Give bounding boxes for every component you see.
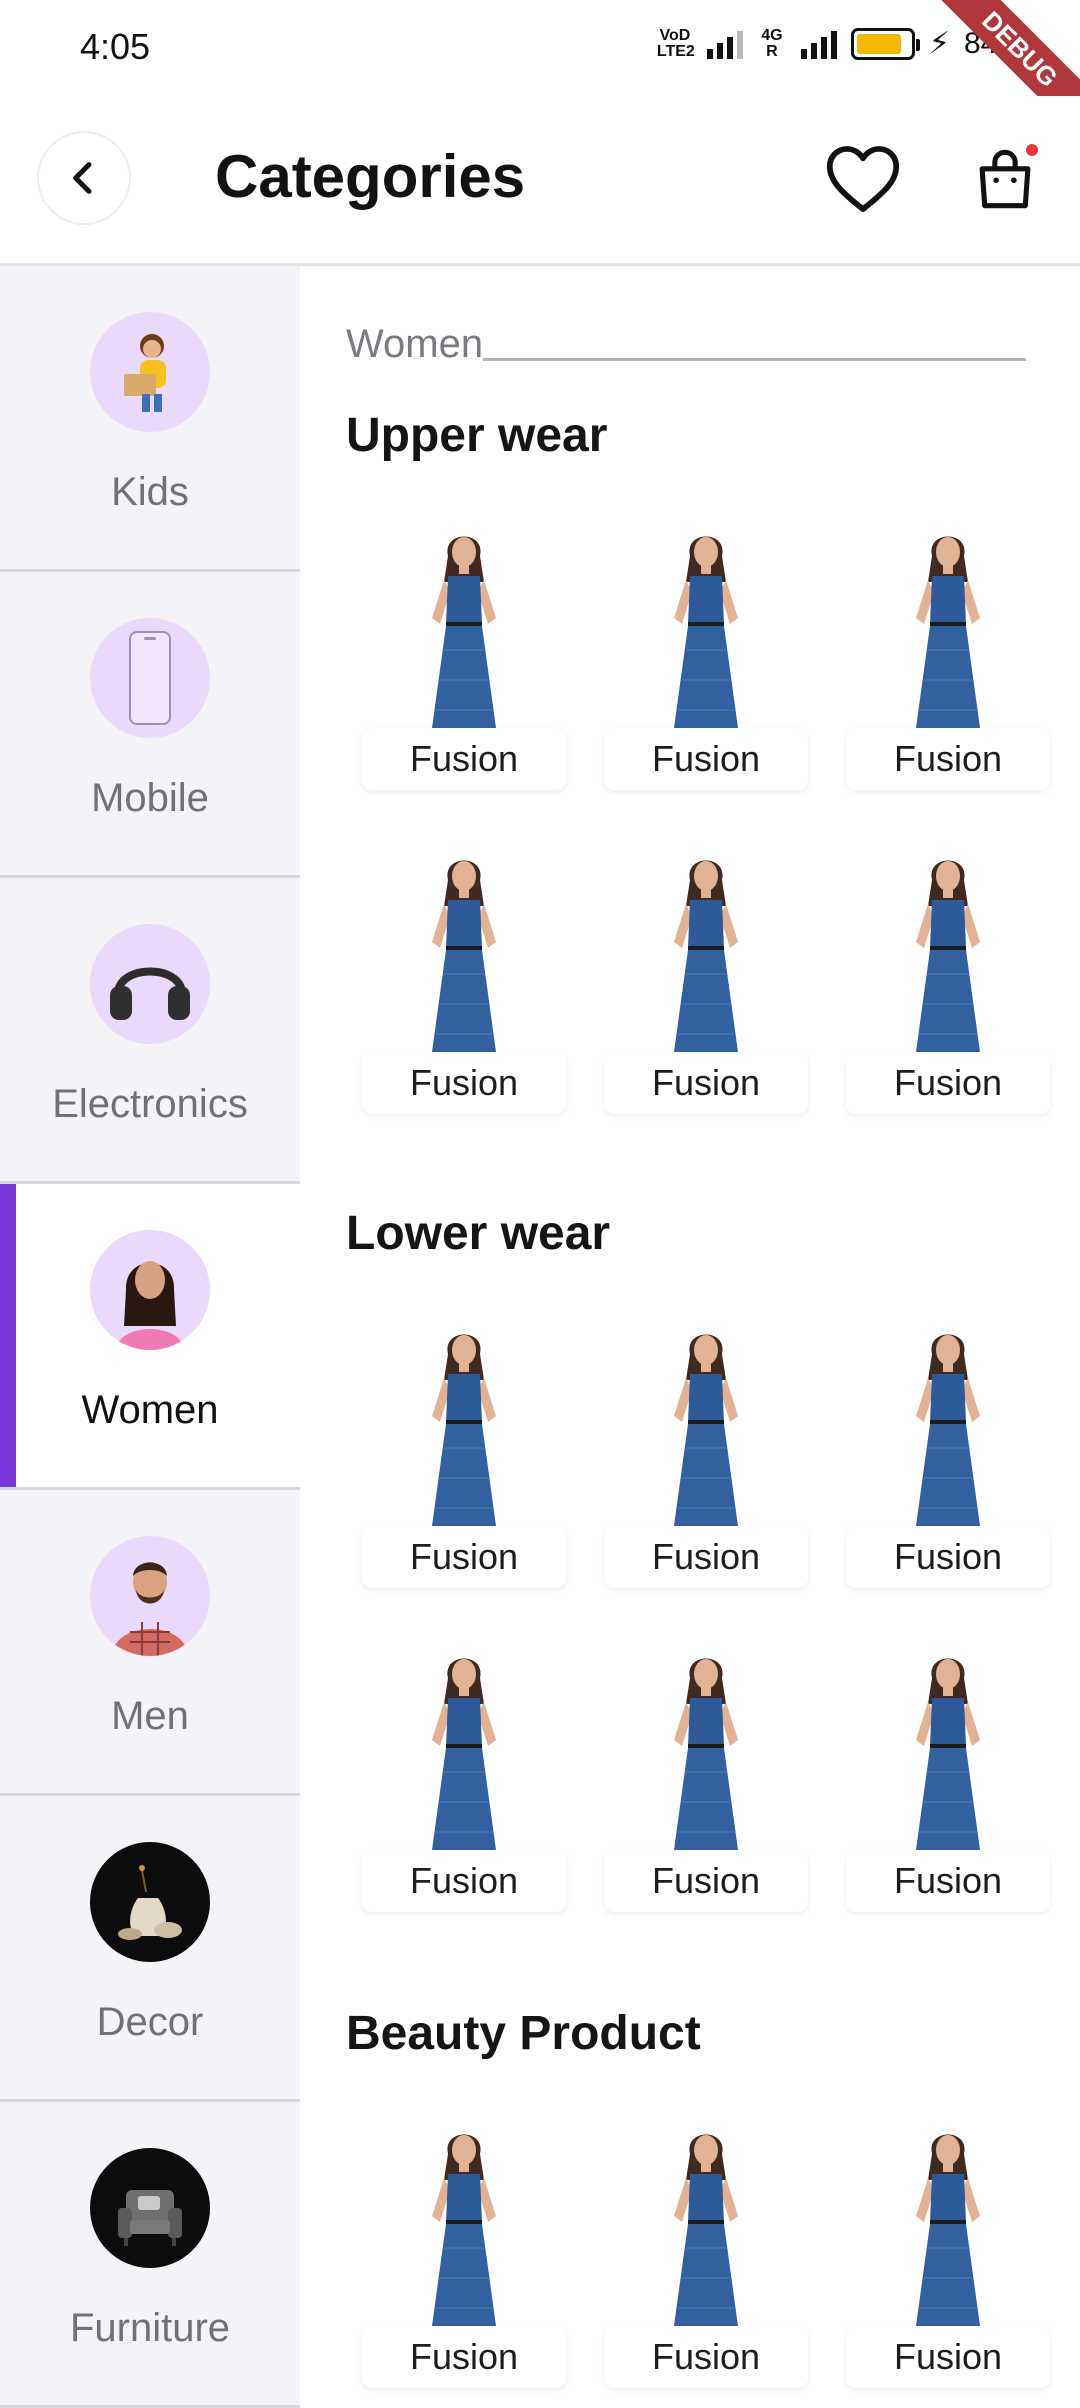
sidebar-item-label: Women (81, 1388, 219, 1432)
section-divider (483, 358, 1026, 361)
product-label: Fusion (362, 1850, 566, 1912)
product-label: Fusion (604, 1526, 808, 1588)
section-header: Women (346, 322, 1026, 367)
product-card[interactable]: Fusion (604, 520, 808, 790)
product-image (432, 860, 496, 1052)
sidebar-item-kids[interactable]: Kids (0, 266, 300, 572)
status-bar: 4:05 VoD LTE2 4G R ⚡ 84% DEBUG (0, 0, 1080, 156)
signal-icon-2 (800, 29, 837, 59)
product-image (432, 1658, 496, 1850)
product-card[interactable]: Fusion (846, 1318, 1050, 1588)
product-card[interactable]: Fusion (846, 520, 1050, 790)
sidebar-item-furniture[interactable]: Furniture (0, 2102, 300, 2408)
product-label: Fusion (362, 1526, 566, 1588)
sidebar-item-label: Electronics (52, 1082, 248, 1126)
product-label: Fusion (604, 2326, 808, 2388)
signal-icon (706, 29, 743, 59)
product-image (432, 2134, 496, 2326)
product-image (674, 536, 738, 728)
product-label: Fusion (846, 1526, 1050, 1588)
group-title-upper-wear: Upper wear (346, 409, 608, 462)
shopping-bag-icon (979, 149, 1031, 209)
volte-indicator: VoD LTE2 (656, 26, 695, 60)
product-image (674, 2134, 738, 2326)
sidebar-item-women[interactable]: Women (0, 1184, 300, 1490)
battery-icon (850, 27, 920, 60)
product-image (432, 536, 496, 728)
vase-icon (90, 1842, 210, 1962)
women-avatar (90, 1230, 210, 1350)
kids-avatar (90, 312, 210, 432)
app-bar: Categories (0, 96, 1080, 266)
men-avatar (90, 1536, 210, 1656)
sidebar-item-label: Kids (111, 470, 189, 514)
page-title: Categories (215, 143, 526, 210)
product-image (674, 1334, 738, 1526)
product-card[interactable]: Fusion (846, 1642, 1050, 1912)
sidebar-item-label: Mobile (91, 776, 209, 820)
product-label: Fusion (846, 1052, 1050, 1114)
product-image (916, 2134, 980, 2326)
headphones-icon (90, 924, 210, 1044)
cart-badge-dot (1026, 144, 1038, 156)
product-card[interactable]: Fusion (362, 844, 566, 1114)
back-button[interactable] (37, 131, 131, 225)
sidebar-item-mobile[interactable]: Mobile (0, 572, 300, 878)
group-title-lower-wear: Lower wear (346, 1207, 611, 1260)
product-image (432, 1334, 496, 1526)
sidebar-item-label: Men (111, 1694, 189, 1738)
product-image (916, 1658, 980, 1850)
mobile-phone-icon (90, 618, 210, 738)
product-card[interactable]: Fusion (362, 1642, 566, 1912)
product-card[interactable]: Fusion (362, 1318, 566, 1588)
product-card[interactable]: Fusion (604, 1318, 808, 1588)
product-card[interactable]: Fusion (604, 1642, 808, 1912)
product-label: Fusion (362, 728, 566, 790)
product-label: Fusion (846, 1850, 1050, 1912)
cart-button[interactable] (962, 136, 1048, 222)
category-content: Women Upper wear Fusion Fusion Fusion Fu… (300, 266, 1080, 2408)
sidebar-item-label: Furniture (69, 2306, 231, 2350)
product-image (916, 536, 980, 728)
product-card[interactable]: Fusion (362, 520, 566, 790)
product-grid-upper-wear: Fusion Fusion Fusion Fusion Fusion Fusio… (362, 520, 1052, 1114)
armchair-icon (90, 2148, 210, 2268)
product-card[interactable]: Fusion (846, 844, 1050, 1114)
product-label: Fusion (362, 1052, 566, 1114)
product-image (916, 860, 980, 1052)
sidebar-item-men[interactable]: Men (0, 1490, 300, 1796)
product-grid-beauty-product: Fusion Fusion Fusion (362, 2118, 1052, 2388)
product-card[interactable]: Fusion (846, 2118, 1050, 2388)
product-image (674, 1658, 738, 1850)
product-label: Fusion (846, 2326, 1050, 2388)
category-sidebar: Kids Mobile Electronics Women Men Decor … (0, 266, 300, 2408)
product-card[interactable]: Fusion (362, 2118, 566, 2388)
heart-icon (826, 146, 900, 212)
network-type-indicator: 4G R (761, 26, 783, 60)
product-label: Fusion (604, 1052, 808, 1114)
product-image (674, 860, 738, 1052)
sidebar-item-decor[interactable]: Decor (0, 1796, 300, 2102)
group-title-beauty-product: Beauty Product (346, 2007, 701, 2060)
product-image (916, 1334, 980, 1526)
product-label: Fusion (604, 728, 808, 790)
status-icons: VoD LTE2 4G R ⚡ 84% (657, 26, 1024, 61)
sidebar-item-electronics[interactable]: Electronics (0, 878, 300, 1184)
section-label: Women (346, 322, 484, 366)
product-label: Fusion (846, 728, 1050, 790)
sidebar-item-label: Decor (96, 2000, 204, 2044)
favorites-button[interactable] (820, 136, 906, 222)
status-time: 4:05 (80, 26, 151, 67)
product-label: Fusion (604, 1850, 808, 1912)
product-grid-lower-wear: Fusion Fusion Fusion Fusion Fusion Fusio… (362, 1318, 1052, 1912)
product-card[interactable]: Fusion (604, 2118, 808, 2388)
product-label: Fusion (362, 2326, 566, 2388)
charging-icon: ⚡ (928, 27, 950, 60)
chevron-left-icon (73, 162, 92, 194)
product-card[interactable]: Fusion (604, 844, 808, 1114)
